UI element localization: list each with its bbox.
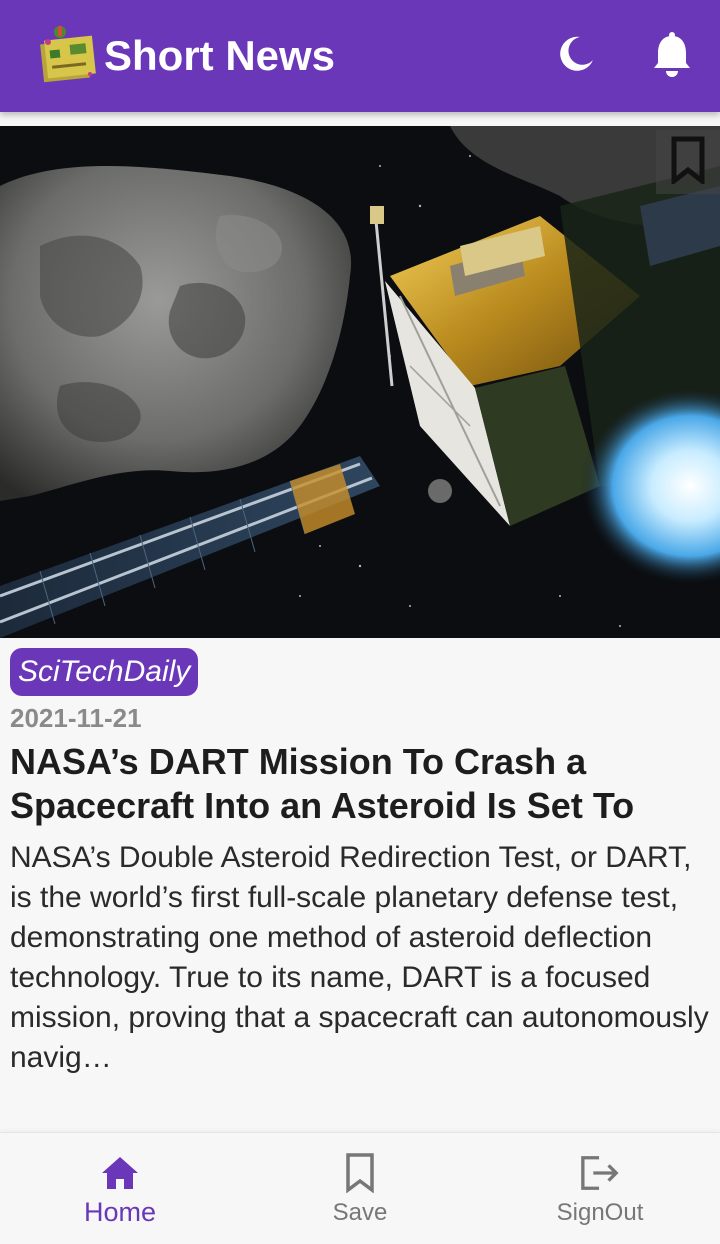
bookmark-outline-icon — [340, 1153, 380, 1193]
home-icon — [100, 1153, 140, 1193]
news-card[interactable]: SciTechDaily 2021-11-21 NASA’s DART Miss… — [0, 126, 720, 1074]
app-logo-icon — [36, 20, 100, 84]
dark-mode-toggle[interactable] — [552, 32, 600, 80]
bookmark-button[interactable] — [656, 130, 720, 194]
bookmark-icon — [670, 136, 706, 189]
moon-icon — [556, 34, 596, 79]
signout-icon — [580, 1153, 620, 1193]
nav-save-label: Save — [332, 1199, 388, 1226]
source-badge[interactable]: SciTechDaily — [10, 648, 199, 696]
nav-home[interactable]: Home — [0, 1133, 240, 1244]
nav-save[interactable]: Save — [240, 1133, 480, 1244]
notifications-button[interactable] — [648, 31, 696, 82]
nav-home-label: Home — [83, 1197, 157, 1227]
dart-spacecraft-illustration — [0, 126, 720, 638]
nav-signout[interactable]: SignOut — [480, 1133, 720, 1244]
app-bar: Short News — [0, 0, 720, 112]
article-date: 2021-11-21 — [10, 703, 142, 733]
bell-icon — [652, 31, 692, 82]
nav-signout-label: SignOut — [556, 1199, 644, 1226]
bottom-navigation: Home Save SignOut — [0, 1132, 720, 1244]
article-image[interactable] — [0, 126, 720, 638]
article-title[interactable]: NASA’s DART Mission To Crash a Spacecraf… — [10, 740, 710, 828]
article-summary: NASA’s Double Asteroid Redirection Test,… — [10, 841, 709, 1074]
app-title: Short News — [104, 32, 336, 79]
